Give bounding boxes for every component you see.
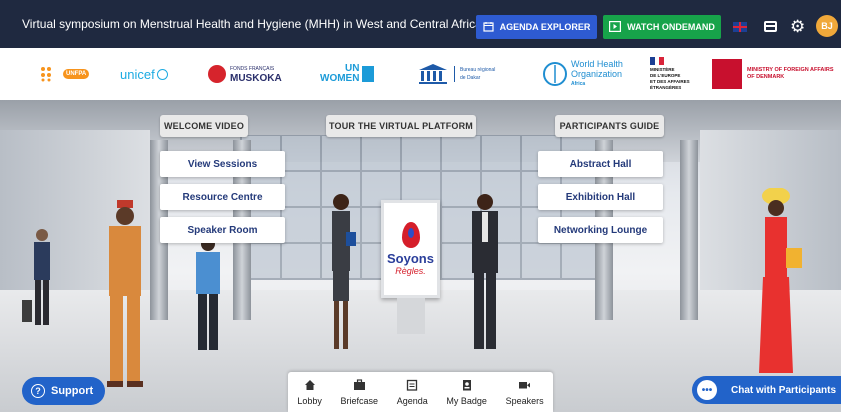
nav-briefcase[interactable]: Briefcase (340, 378, 379, 406)
support-label: Support (51, 385, 94, 397)
soyons-regles-kiosk: Soyons Règles. (381, 200, 440, 298)
host-man-in-suit (472, 194, 498, 349)
unesco-text-2: de Dakar (460, 75, 481, 81)
view-sessions-button[interactable]: View Sessions (160, 151, 285, 177)
speaker-room-button[interactable]: Speaker Room (160, 217, 285, 243)
unfpa-logo: UNFPA (40, 48, 90, 100)
unwomen-logo: UN WOMEN (320, 48, 375, 100)
unesco-text-1: Bureau régional (460, 67, 496, 73)
pillar (680, 140, 698, 320)
unesco-logo: Bureau régional de Dakar (418, 48, 495, 100)
unicef-text: unicef (120, 66, 155, 82)
denmark-crest-icon (712, 59, 742, 89)
calendar-icon (483, 21, 494, 34)
welcome-video-button[interactable]: WELCOME VIDEO (160, 115, 248, 137)
unwomen-text-2: WOMEN (320, 73, 360, 84)
kiosk-subtitle: Règles. (395, 266, 426, 276)
gear-icon[interactable]: ⚙ (790, 17, 805, 37)
nav-speakers[interactable]: Speakers (506, 379, 544, 406)
sponsor-logo-strip: UNFPA unicef FONDS FRANÇAIS MUSKOKA UN W… (0, 48, 841, 100)
traveler-person (22, 229, 50, 325)
video-icon (518, 379, 531, 394)
kiosk-stand (397, 298, 425, 334)
muskoka-emblem-icon (208, 65, 226, 83)
chat-with-participants-button[interactable]: ••• Chat with Participants (692, 376, 841, 404)
abstract-hall-button[interactable]: Abstract Hall (538, 151, 663, 177)
participants-guide-button[interactable]: PARTICIPANTS GUIDE (555, 115, 664, 137)
man-in-traditional-outfit (107, 200, 143, 387)
exhibition-hall-button[interactable]: Exhibition Hall (538, 184, 663, 210)
who-text-2: Organization (571, 69, 623, 79)
event-title: Virtual symposium on Menstrual Health an… (22, 17, 482, 31)
watch-ondemand-label: WATCH ONDEMAND (627, 22, 715, 32)
agenda-icon (406, 379, 418, 394)
agenda-explorer-button[interactable]: AGENDA EXPLORER (476, 15, 597, 39)
unesco-temple-icon (419, 64, 447, 84)
unwomen-emblem-icon (362, 66, 375, 82)
chat-bubble-icon: ••• (697, 380, 717, 400)
france-ministry-logo: MINISTÈRE DE L'EUROPE ET DES AFFAIRES ÉT… (650, 48, 690, 100)
man-from-back (196, 237, 220, 350)
nav-agenda[interactable]: Agenda (397, 379, 428, 406)
uk-flag-icon[interactable] (733, 22, 747, 32)
question-icon: ? (31, 384, 45, 398)
who-emblem-icon (543, 62, 567, 86)
bottom-navigation: Lobby Briefcase Agenda My Badge Speakers (288, 372, 553, 412)
unicef-emblem-icon (156, 68, 168, 80)
avatar[interactable]: BJ (816, 15, 838, 37)
home-icon (304, 379, 316, 394)
nav-my-badge[interactable]: My Badge (446, 379, 487, 406)
support-button[interactable]: ? Support (22, 377, 105, 405)
nav-my-badge-label: My Badge (446, 395, 487, 406)
nav-speakers-label: Speakers (505, 395, 544, 406)
chat-label: Chat with Participants (731, 384, 837, 396)
who-text-1: World Health (571, 59, 623, 69)
nav-lobby[interactable]: Lobby (297, 379, 322, 406)
card-icon[interactable] (764, 21, 777, 32)
unicef-logo: unicef (120, 48, 168, 100)
nav-briefcase-label: Briefcase (340, 395, 379, 406)
agenda-explorer-label: AGENDA EXPLORER (499, 22, 591, 32)
muskoka-logo: FONDS FRANÇAIS MUSKOKA (208, 48, 282, 100)
briefcase-icon (353, 378, 366, 394)
virtual-lobby-scene: Soyons Règles. (0, 100, 841, 412)
networking-lounge-button[interactable]: Networking Lounge (538, 217, 663, 243)
denmark-text-2: OF DENMARK (747, 74, 785, 80)
muskoka-text: MUSKOKA (230, 73, 282, 84)
denmark-ministry-logo: MINISTRY OF FOREIGN AFFAIRS OF DENMARK (712, 48, 834, 100)
resource-centre-button[interactable]: Resource Centre (160, 184, 285, 210)
blood-drop-icon (401, 222, 420, 248)
french-flag-icon (650, 57, 665, 65)
who-text-3: Africa (571, 81, 586, 87)
kiosk-title: Soyons (387, 251, 434, 266)
woman-in-red-dress (759, 188, 802, 373)
unfpa-text: UNFPA (63, 69, 90, 79)
france-text-4: ÉTRANGÈRES (650, 85, 682, 90)
who-logo: World Health Organization Africa (542, 48, 623, 100)
badge-icon (461, 379, 473, 394)
tour-platform-button[interactable]: TOUR THE VIRTUAL PLATFORM (326, 115, 476, 137)
nav-agenda-label: Agenda (396, 395, 428, 406)
nav-lobby-label: Lobby (297, 395, 322, 406)
play-icon (609, 20, 622, 34)
denmark-text-1: MINISTRY OF FOREIGN AFFAIRS (747, 67, 834, 73)
hostess-woman (332, 194, 356, 349)
watch-ondemand-button[interactable]: WATCH ONDEMAND (603, 15, 721, 39)
